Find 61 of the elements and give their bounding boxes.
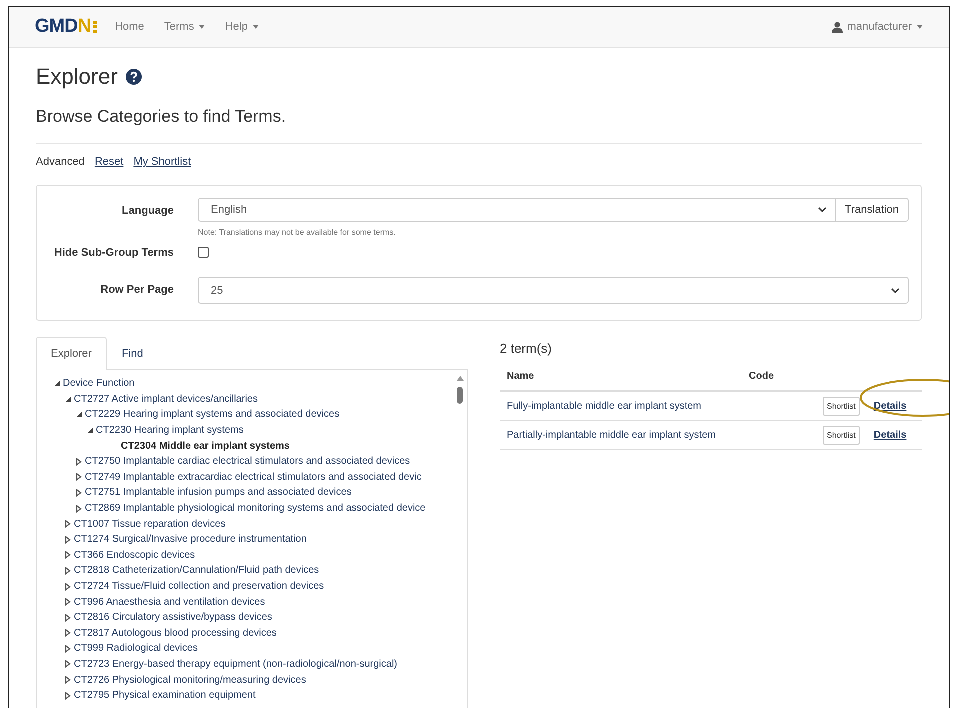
field-label: Hide Sub-Group Terms — [53, 247, 175, 259]
tree-item[interactable]: CT2869 Implantable physiological monitoring systems and associated device — [85, 503, 426, 514]
checkbox[interactable] — [198, 247, 209, 258]
column-header: Code — [742, 371, 816, 391]
user-icon — [832, 22, 844, 32]
tree-item[interactable]: CT2749 Implantable extracardiac electrical stimulators and associated devic — [85, 472, 422, 483]
tree-item[interactable]: CT2723 Energy-based therapy equipment (non-radiological/non-surgical) — [74, 658, 398, 670]
details-link[interactable]: Details — [874, 400, 907, 412]
user-menu[interactable]: manufacturer — [847, 21, 923, 33]
logo[interactable]: GMDN — [35, 16, 92, 38]
logo-dots-icon — [93, 21, 98, 33]
chevron-down-icon — [891, 288, 900, 294]
scrollbar[interactable] — [456, 376, 464, 404]
tab[interactable]: Explorer — [36, 337, 107, 370]
scroll-up-arrow-icon[interactable] — [456, 376, 464, 381]
table-cell: Fully-implantable middle ear implant system — [500, 391, 742, 420]
shortlist-button[interactable]: Shortlist — [823, 426, 860, 444]
action-link[interactable]: My Shortlist — [134, 156, 192, 168]
tree-item[interactable]: CT2724 Tissue/Fluid collection and preservation devices — [74, 581, 324, 592]
expanded-triangle-icon[interactable] — [76, 411, 85, 418]
chevron-down-icon — [818, 207, 827, 213]
column-header: Name — [500, 371, 742, 391]
tree-item[interactable]: CT2795 Physical examination equipment — [74, 690, 256, 702]
expanded-triangle-icon[interactable] — [87, 427, 96, 434]
field-label: Row Per Page — [100, 283, 175, 296]
tab[interactable]: Find — [106, 337, 158, 370]
tree-item[interactable]: CT2230 Hearing implant systems — [96, 425, 244, 436]
tree-item[interactable]: CT2727 Active implant devices/ancillaries — [74, 394, 258, 405]
nav-link[interactable]: Terms — [164, 21, 206, 33]
expanded-triangle-icon[interactable] — [65, 396, 74, 403]
expanded-triangle-icon[interactable] — [54, 380, 63, 388]
nav-link[interactable]: Help — [225, 21, 259, 33]
tree-item[interactable]: CT996 Anaesthesia and ventilation devices — [74, 596, 266, 608]
table-cell: Partially-implantable middle ear implant system — [500, 420, 742, 450]
page-subtitle: Browse Categories to find Terms. — [36, 107, 288, 127]
tree-item[interactable]: CT2818 Catheterization/Cannulation/Fluid path devices — [74, 565, 320, 576]
nav-link[interactable]: Home — [115, 21, 144, 33]
tree-item[interactable]: CT1274 Surgical/Invasive procedure instrumentation — [74, 534, 307, 546]
tree-item[interactable]: CT2817 Autologous blood processing devices — [74, 628, 277, 639]
tree-item[interactable]: CT2751 Implantable infusion pumps and associated devices — [85, 487, 352, 498]
result-count: 2 term(s) — [500, 341, 553, 356]
tree-item[interactable]: CT1007 Tissue reparation devices — [74, 518, 226, 530]
tree-item[interactable]: CT2816 Circulatory assistive/bypass devices — [74, 612, 272, 624]
tree-item[interactable]: CT2229 Hearing implant systems and associated devices — [85, 409, 340, 420]
rows-per-page-select[interactable]: 25 — [198, 277, 909, 304]
tree-item[interactable]: CT2726 Physiological monitoring/measuring devices — [74, 674, 306, 686]
action-link[interactable]: Reset — [94, 156, 124, 168]
details-link[interactable]: Details — [874, 430, 907, 440]
page-title: Explorer — [36, 64, 118, 90]
field-label: Language — [121, 204, 175, 217]
tree-item[interactable]: CT2750 Implantable cardiac electrical stimulators and associated devices — [85, 456, 410, 468]
tree-item[interactable]: CT366 Endoscopic devices — [74, 550, 196, 561]
help-note: Note: Translations may not be available for some terms. — [198, 228, 397, 237]
tree-item[interactable]: CT999 Radiological devices — [74, 643, 198, 654]
action-label[interactable]: Advanced — [36, 156, 85, 168]
tree-item[interactable]: CT2304 Middle ear implant systems — [121, 440, 290, 452]
help-icon[interactable] — [126, 69, 142, 85]
translation-button[interactable]: Translation — [836, 198, 909, 222]
language-select[interactable]: English — [198, 198, 836, 222]
tree-item[interactable]: Device Function — [63, 378, 135, 390]
shortlist-button[interactable]: Shortlist — [823, 396, 860, 416]
